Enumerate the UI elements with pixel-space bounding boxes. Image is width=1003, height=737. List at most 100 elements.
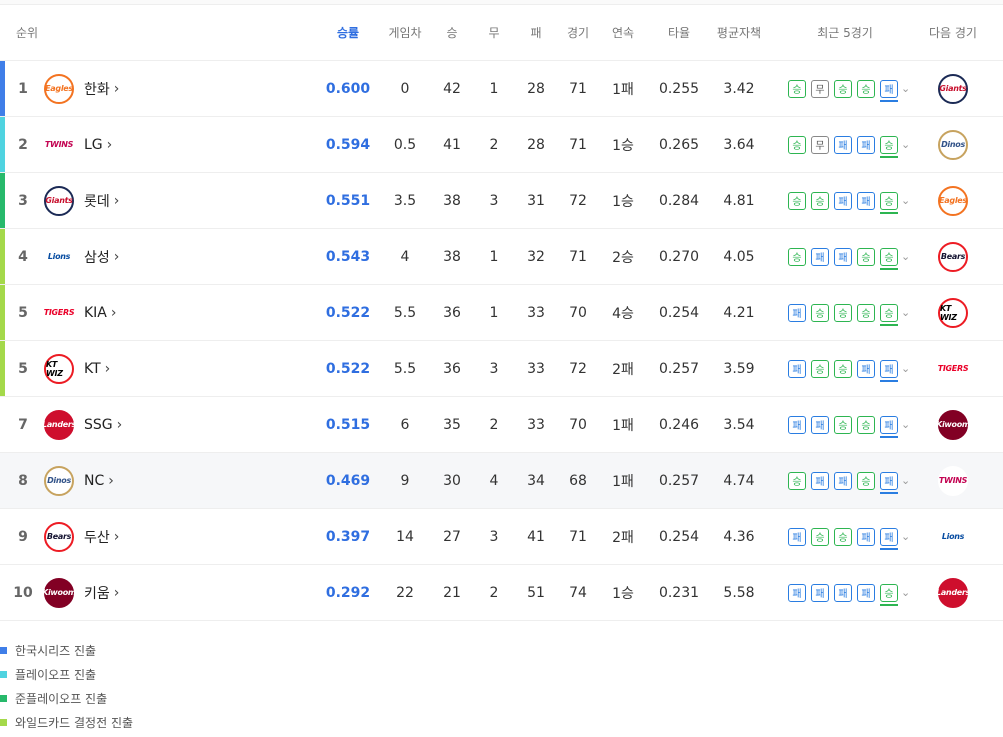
recent-results: 승 무 패 패 승 ⌄ — [788, 117, 918, 172]
team-logo[interactable]: Kiwoom — [42, 577, 76, 608]
team-logo[interactable]: KT WIZ — [44, 353, 74, 384]
team-name[interactable]: 한화 — [84, 79, 110, 99]
next-game-cell[interactable]: Landers — [924, 565, 982, 620]
games-cell: 71 — [569, 528, 587, 545]
team-name[interactable]: SSG — [84, 417, 113, 433]
team-name[interactable]: 삼성 — [84, 247, 110, 267]
draws-cell: 1 — [489, 248, 499, 265]
team-name-link[interactable]: 삼성 › — [84, 229, 154, 284]
header-draws[interactable]: 무 — [474, 5, 514, 60]
header-rank[interactable]: 순위 — [16, 5, 56, 60]
chevron-down-icon[interactable]: ⌄ — [901, 418, 910, 431]
team-name-link[interactable]: 키움 › — [84, 565, 154, 620]
header-era[interactable]: 평균자책 — [710, 5, 768, 60]
losses-cell: 33 — [527, 416, 545, 433]
next-game-cell[interactable]: Bears — [924, 229, 982, 284]
team-logo-cell[interactable]: TIGERS — [42, 285, 76, 340]
next-game-cell[interactable]: Dinos — [924, 117, 982, 172]
streak-cell: 2승 — [612, 249, 634, 266]
next-opponent-logo[interactable]: KT WIZ — [938, 297, 968, 328]
next-opponent-logo[interactable]: Dinos — [938, 129, 968, 160]
team-name[interactable]: 두산 — [84, 527, 110, 547]
draws-cell: 1 — [489, 80, 499, 97]
next-game-cell[interactable]: Kiwoom — [924, 397, 982, 452]
pct-cell: 0.515 — [325, 416, 371, 433]
next-game-cell[interactable]: TIGERS — [924, 341, 982, 396]
chevron-down-icon[interactable]: ⌄ — [901, 306, 910, 319]
team-name[interactable]: 롯데 — [84, 191, 110, 211]
team-name-link[interactable]: NC › — [84, 453, 154, 508]
team-logo-cell[interactable]: Kiwoom — [42, 565, 76, 620]
team-logo-cell[interactable]: Bears — [42, 509, 76, 564]
chevron-down-icon[interactable]: ⌄ — [901, 362, 910, 375]
team-logo-cell[interactable]: Lions — [42, 229, 76, 284]
chevron-down-icon[interactable]: ⌄ — [901, 194, 910, 207]
chevron-down-icon[interactable]: ⌄ — [901, 530, 910, 543]
team-name-link[interactable]: 한화 › — [84, 61, 154, 116]
header-avg[interactable]: 타율 — [652, 5, 706, 60]
losses-cell: 41 — [527, 528, 545, 545]
header-losses[interactable]: 패 — [516, 5, 556, 60]
next-game-cell[interactable]: Lions — [924, 509, 982, 564]
team-name-link[interactable]: KT › — [84, 341, 154, 396]
team-logo[interactable]: TWINS — [44, 129, 74, 160]
team-logo-cell[interactable]: Eagles — [42, 61, 76, 116]
team-logo[interactable]: Landers — [42, 409, 76, 440]
next-game-cell[interactable]: Giants — [924, 61, 982, 116]
next-opponent-logo[interactable]: TWINS — [938, 465, 968, 496]
legend: 한국시리즈 진출 플레이오프 진출 준플레이오프 진출 와일드카드 결정전 진출 — [0, 638, 133, 734]
table-row: 5 TIGERS KIA › 0.522 5.5 36 1 33 70 4승 0.254 4.21… — [0, 285, 1003, 341]
next-opponent-logo[interactable]: Giants — [938, 73, 968, 104]
team-logo[interactable]: Lions — [44, 241, 74, 272]
team-name[interactable]: KIA — [84, 305, 107, 321]
team-logo[interactable]: Bears — [44, 521, 74, 552]
team-logo[interactable]: Eagles — [44, 73, 74, 104]
team-logo-cell[interactable]: KT WIZ — [42, 341, 76, 396]
next-opponent-logo[interactable]: Bears — [938, 241, 968, 272]
era-cell: 3.42 — [723, 80, 755, 97]
team-name[interactable]: 키움 — [84, 583, 110, 603]
draws-cell: 3 — [489, 360, 499, 377]
chevron-down-icon[interactable]: ⌄ — [901, 474, 910, 487]
team-logo[interactable]: TIGERS — [44, 297, 75, 328]
team-name[interactable]: KT — [84, 361, 101, 377]
postseason-indicator-bar — [0, 285, 5, 340]
team-name[interactable]: LG — [84, 137, 103, 153]
chevron-down-icon[interactable]: ⌄ — [901, 250, 910, 263]
wins-cell: 38 — [443, 248, 461, 265]
team-name-link[interactable]: 롯데 › — [84, 173, 154, 228]
draws-cell: 1 — [489, 304, 499, 321]
chevron-right-icon: › — [113, 248, 120, 265]
team-logo-cell[interactable]: TWINS — [42, 117, 76, 172]
header-wins[interactable]: 승 — [432, 5, 472, 60]
team-name[interactable]: NC — [84, 473, 104, 489]
header-streak[interactable]: 연속 — [600, 5, 646, 60]
team-logo-cell[interactable]: Dinos — [42, 453, 76, 508]
chevron-down-icon[interactable]: ⌄ — [901, 138, 910, 151]
next-game-cell[interactable]: KT WIZ — [924, 285, 982, 340]
recent-result-chip: 승 — [880, 247, 898, 270]
postseason-indicator-bar — [0, 453, 5, 508]
postseason-indicator-bar — [0, 509, 5, 564]
team-logo-cell[interactable]: Giants — [42, 173, 76, 228]
team-logo-cell[interactable]: Landers — [42, 397, 76, 452]
team-name-link[interactable]: 두산 › — [84, 509, 154, 564]
team-logo[interactable]: Giants — [44, 185, 74, 216]
chevron-down-icon[interactable]: ⌄ — [901, 82, 910, 95]
recent-result-chip: 승 — [880, 303, 898, 326]
team-logo[interactable]: Dinos — [44, 465, 74, 496]
chevron-down-icon[interactable]: ⌄ — [901, 586, 910, 599]
next-opponent-logo[interactable]: TIGERS — [938, 353, 969, 384]
team-name-link[interactable]: KIA › — [84, 285, 154, 340]
header-gb[interactable]: 게임차 — [385, 5, 425, 60]
header-games[interactable]: 경기 — [558, 5, 598, 60]
team-name-link[interactable]: LG › — [84, 117, 154, 172]
next-game-cell[interactable]: TWINS — [924, 453, 982, 508]
header-pct[interactable]: 승률 — [318, 5, 378, 60]
next-game-cell[interactable]: Eagles — [924, 173, 982, 228]
next-opponent-logo[interactable]: Landers — [936, 577, 970, 608]
next-opponent-logo[interactable]: Lions — [938, 521, 968, 552]
next-opponent-logo[interactable]: Kiwoom — [936, 409, 970, 440]
team-name-link[interactable]: SSG › — [84, 397, 154, 452]
next-opponent-logo[interactable]: Eagles — [938, 185, 968, 216]
